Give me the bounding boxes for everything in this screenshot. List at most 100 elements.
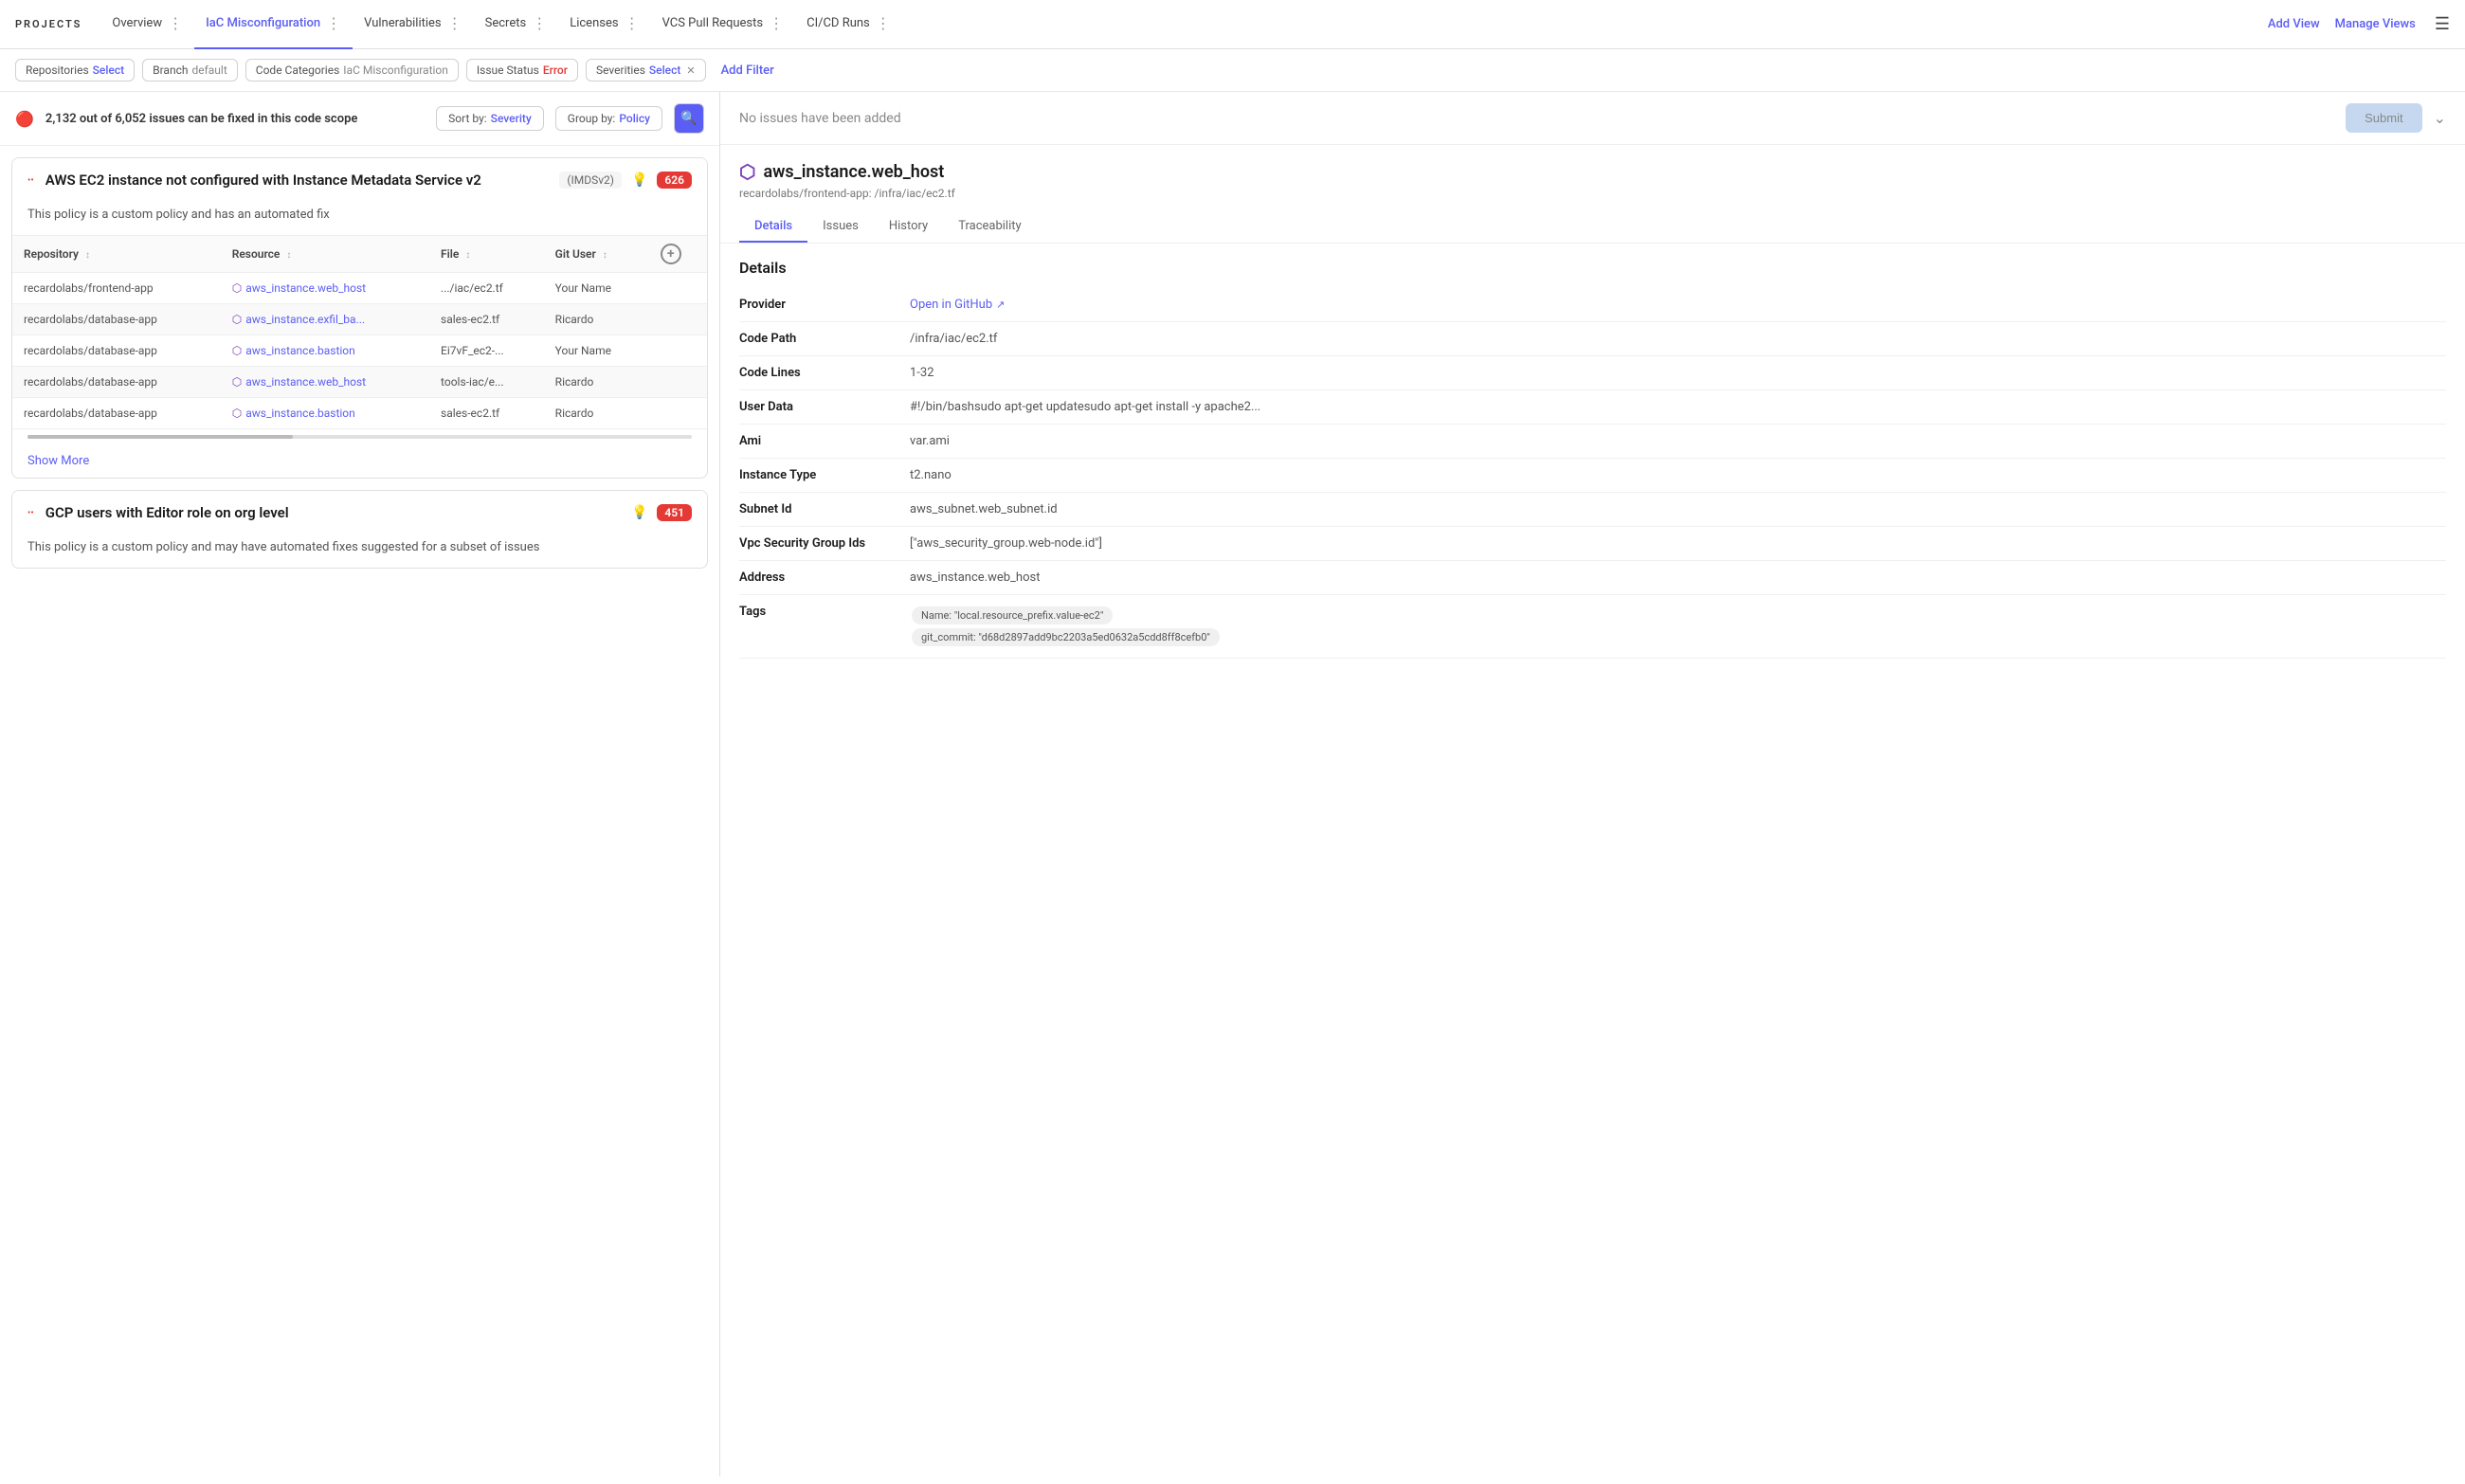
cell-repo: recardolabs/database-app — [12, 367, 221, 398]
nav-dots-vcs[interactable]: ⋮ — [769, 14, 784, 32]
col-git-user: Git User ↕ — [544, 236, 649, 273]
filter-repo-value: Select — [93, 63, 124, 77]
detail-row: Amivar.ami — [739, 425, 2446, 459]
issue-2-dots: •• — [27, 508, 34, 518]
filter-bar: Repositories Select Branch default Code … — [0, 49, 2465, 92]
filter-branch[interactable]: Branch default — [142, 59, 238, 81]
cell-git-user: Your Name — [544, 335, 649, 367]
terraform-icon: ⬡ — [232, 344, 242, 357]
nav-dots-iac[interactable]: ⋮ — [326, 14, 341, 32]
nav-label-overview: Overview — [112, 16, 162, 30]
nav-item-licenses[interactable]: Licenses ⋮ — [558, 0, 650, 49]
resource-path: recardolabs/frontend-app: /infra/iac/ec2… — [739, 187, 2446, 200]
filter-sev-label: Severities — [596, 63, 645, 77]
nav-dots-overview[interactable]: ⋮ — [168, 14, 183, 32]
submit-button[interactable]: Submit — [2346, 103, 2421, 133]
nav-item-vcs[interactable]: VCS Pull Requests ⋮ — [651, 0, 796, 49]
nav-dots-licenses[interactable]: ⋮ — [625, 14, 640, 32]
detail-key: User Data — [739, 400, 891, 414]
search-icon: 🔍 — [680, 111, 697, 126]
detail-key: Vpc Security Group Ids — [739, 536, 891, 551]
tab-traceability[interactable]: Traceability — [943, 211, 1036, 243]
cell-empty — [649, 367, 707, 398]
group-label: Group by: — [568, 112, 616, 125]
cell-resource[interactable]: ⬡aws_instance.web_host — [221, 367, 429, 398]
detail-key: Tags — [739, 605, 891, 619]
table-scrollbar-thumb — [27, 435, 293, 439]
detail-value: aws_subnet.web_subnet.id — [910, 502, 2446, 516]
issue-2-bulb-icon[interactable]: 💡 — [631, 505, 647, 520]
detail-row: Code Lines1-32 — [739, 356, 2446, 390]
table-row: recardolabs/database-app ⬡aws_instance.b… — [12, 398, 707, 429]
nav-item-vulnerabilities[interactable]: Vulnerabilities ⋮ — [353, 0, 474, 49]
tab-history[interactable]: History — [874, 211, 943, 243]
issue-card-1: •• AWS EC2 instance not configured with … — [11, 157, 708, 479]
summary-text: 2,132 out of 6,052 issues can be fixed i… — [45, 112, 425, 126]
detail-row: Addressaws_instance.web_host — [739, 561, 2446, 595]
filter-repositories[interactable]: Repositories Select — [15, 59, 135, 81]
brand-logo: PROJECTS — [15, 18, 82, 30]
issue-2-title: GCP users with Editor role on org level — [45, 504, 622, 521]
right-panel: No issues have been added Submit ⌄ ⬡ aws… — [720, 92, 2465, 1476]
filter-severities[interactable]: Severities Select ✕ — [586, 59, 706, 81]
nav-label-licenses: Licenses — [570, 16, 618, 30]
terraform-icon: ⬡ — [232, 281, 242, 295]
detail-key: Instance Type — [739, 468, 891, 482]
filter-code-categories[interactable]: Code Categories IaC Misconfiguration — [245, 59, 459, 81]
add-filter-button[interactable]: Add Filter — [714, 60, 782, 81]
nav-item-overview[interactable]: Overview ⋮ — [100, 0, 194, 49]
nav-dots-vulnerabilities[interactable]: ⋮ — [447, 14, 462, 32]
sort-button[interactable]: Sort by: Severity — [436, 106, 544, 131]
cell-repo: recardolabs/database-app — [12, 304, 221, 335]
sort-value: Severity — [491, 112, 532, 125]
submit-chevron-icon[interactable]: ⌄ — [2434, 109, 2446, 127]
nav-label-cicd: CI/CD Runs — [807, 16, 870, 30]
detail-value[interactable]: Open in GitHub ↗ — [910, 298, 2446, 312]
terraform-resource-icon: ⬡ — [739, 160, 755, 183]
add-view-button[interactable]: Add View — [2260, 17, 2328, 31]
issue-1-description: This policy is a custom policy and has a… — [12, 202, 707, 235]
hamburger-icon[interactable]: ☰ — [2435, 14, 2450, 34]
summary-error-icon: 🔴 — [15, 110, 34, 128]
issue-1-bulb-icon[interactable]: 💡 — [631, 172, 647, 188]
cell-resource[interactable]: ⬡aws_instance.bastion — [221, 335, 429, 367]
resource-header: ⬡ aws_instance.web_host recardolabs/fron… — [720, 145, 2465, 244]
issue-1-badge: 626 — [657, 172, 692, 189]
resource-tabs: Details Issues History Traceability — [720, 211, 2465, 244]
detail-value: 1-32 — [910, 366, 2446, 380]
search-button[interactable]: 🔍 — [674, 103, 704, 134]
show-more-button[interactable]: Show More — [12, 444, 707, 478]
cell-file: tools-iac/e... — [429, 367, 544, 398]
resource-name: ⬡ aws_instance.web_host — [739, 160, 2446, 183]
nav-dots-secrets[interactable]: ⋮ — [532, 14, 547, 32]
tab-issues[interactable]: Issues — [807, 211, 874, 243]
cell-empty — [649, 273, 707, 304]
filter-sev-close[interactable]: ✕ — [686, 64, 695, 77]
nav-label-vcs: VCS Pull Requests — [662, 16, 764, 30]
detail-row: Code Path/infra/iac/ec2.tf — [739, 322, 2446, 356]
cell-resource[interactable]: ⬡aws_instance.bastion — [221, 398, 429, 429]
terraform-icon: ⬡ — [232, 407, 242, 420]
col-repository: Repository ↕ — [12, 236, 221, 273]
group-value: Policy — [619, 112, 650, 125]
nav-item-iac[interactable]: IaC Misconfiguration ⋮ — [194, 0, 353, 49]
cell-empty — [649, 304, 707, 335]
add-column-button[interactable]: + — [661, 244, 681, 264]
filter-issue-status[interactable]: Issue Status Error — [466, 59, 578, 81]
cell-resource[interactable]: ⬡aws_instance.web_host — [221, 273, 429, 304]
cell-file: sales-ec2.tf — [429, 398, 544, 429]
issue-2-badge: 451 — [657, 504, 692, 521]
manage-views-button[interactable]: Manage Views — [2328, 17, 2423, 31]
nav-item-cicd[interactable]: CI/CD Runs ⋮ — [795, 0, 902, 49]
nav-dots-cicd[interactable]: ⋮ — [876, 14, 891, 32]
issue-1-title: AWS EC2 instance not configured with Ins… — [45, 172, 551, 189]
detail-row: User Data#!/bin/bashsudo apt-get updates… — [739, 390, 2446, 425]
issue-1-tag: (IMDSv2) — [559, 172, 622, 189]
filter-cc-label: Code Categories — [256, 63, 340, 77]
submit-bar: No issues have been added Submit ⌄ — [720, 92, 2465, 145]
cell-resource[interactable]: ⬡aws_instance.exfil_ba... — [221, 304, 429, 335]
nav-item-secrets[interactable]: Secrets ⋮ — [474, 0, 559, 49]
group-button[interactable]: Group by: Policy — [555, 106, 662, 131]
col-add: + — [649, 236, 707, 273]
tab-details[interactable]: Details — [739, 211, 807, 243]
